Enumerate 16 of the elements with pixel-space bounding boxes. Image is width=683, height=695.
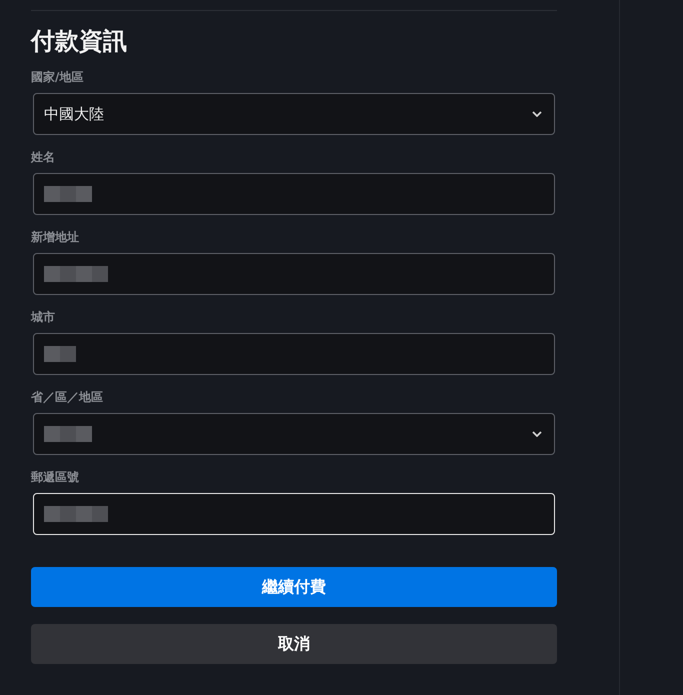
- continue-button[interactable]: 繼續付費: [31, 567, 557, 607]
- field-label: 郵遞區號: [31, 469, 80, 485]
- input-field[interactable]: [33, 173, 555, 215]
- cancel-button[interactable]: 取消: [31, 624, 557, 664]
- field-label: 國家/地區: [31, 69, 84, 85]
- chevron-down-icon: [532, 431, 542, 437]
- field-label: 省／區／地區: [31, 389, 104, 405]
- input-field[interactable]: [33, 333, 555, 375]
- chevron-down-icon: [532, 111, 542, 117]
- select-field[interactable]: 中國大陸: [33, 93, 555, 135]
- field-label: 新增地址: [31, 229, 80, 245]
- field-label: 城市: [31, 309, 56, 325]
- form-title: 付款資訊: [31, 28, 128, 57]
- input-field[interactable]: [33, 253, 555, 295]
- select-field[interactable]: [33, 413, 555, 455]
- field-label: 姓名: [31, 149, 56, 165]
